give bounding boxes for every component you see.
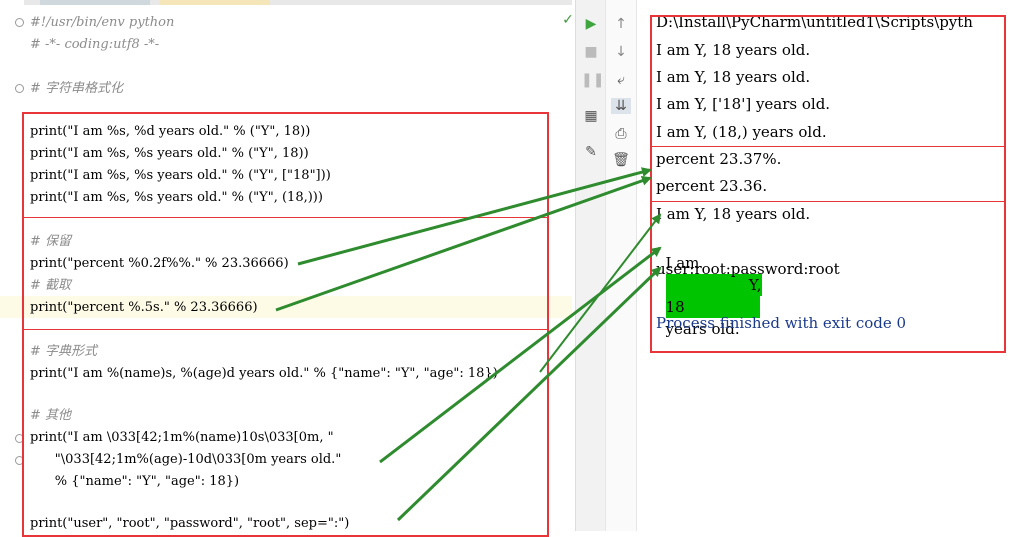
arrow-line bbox=[379, 246, 662, 464]
annotation-arrows bbox=[275, 167, 662, 522]
arrow-line bbox=[297, 167, 652, 266]
arrow-line bbox=[396, 266, 662, 522]
arrow-line bbox=[275, 175, 652, 312]
